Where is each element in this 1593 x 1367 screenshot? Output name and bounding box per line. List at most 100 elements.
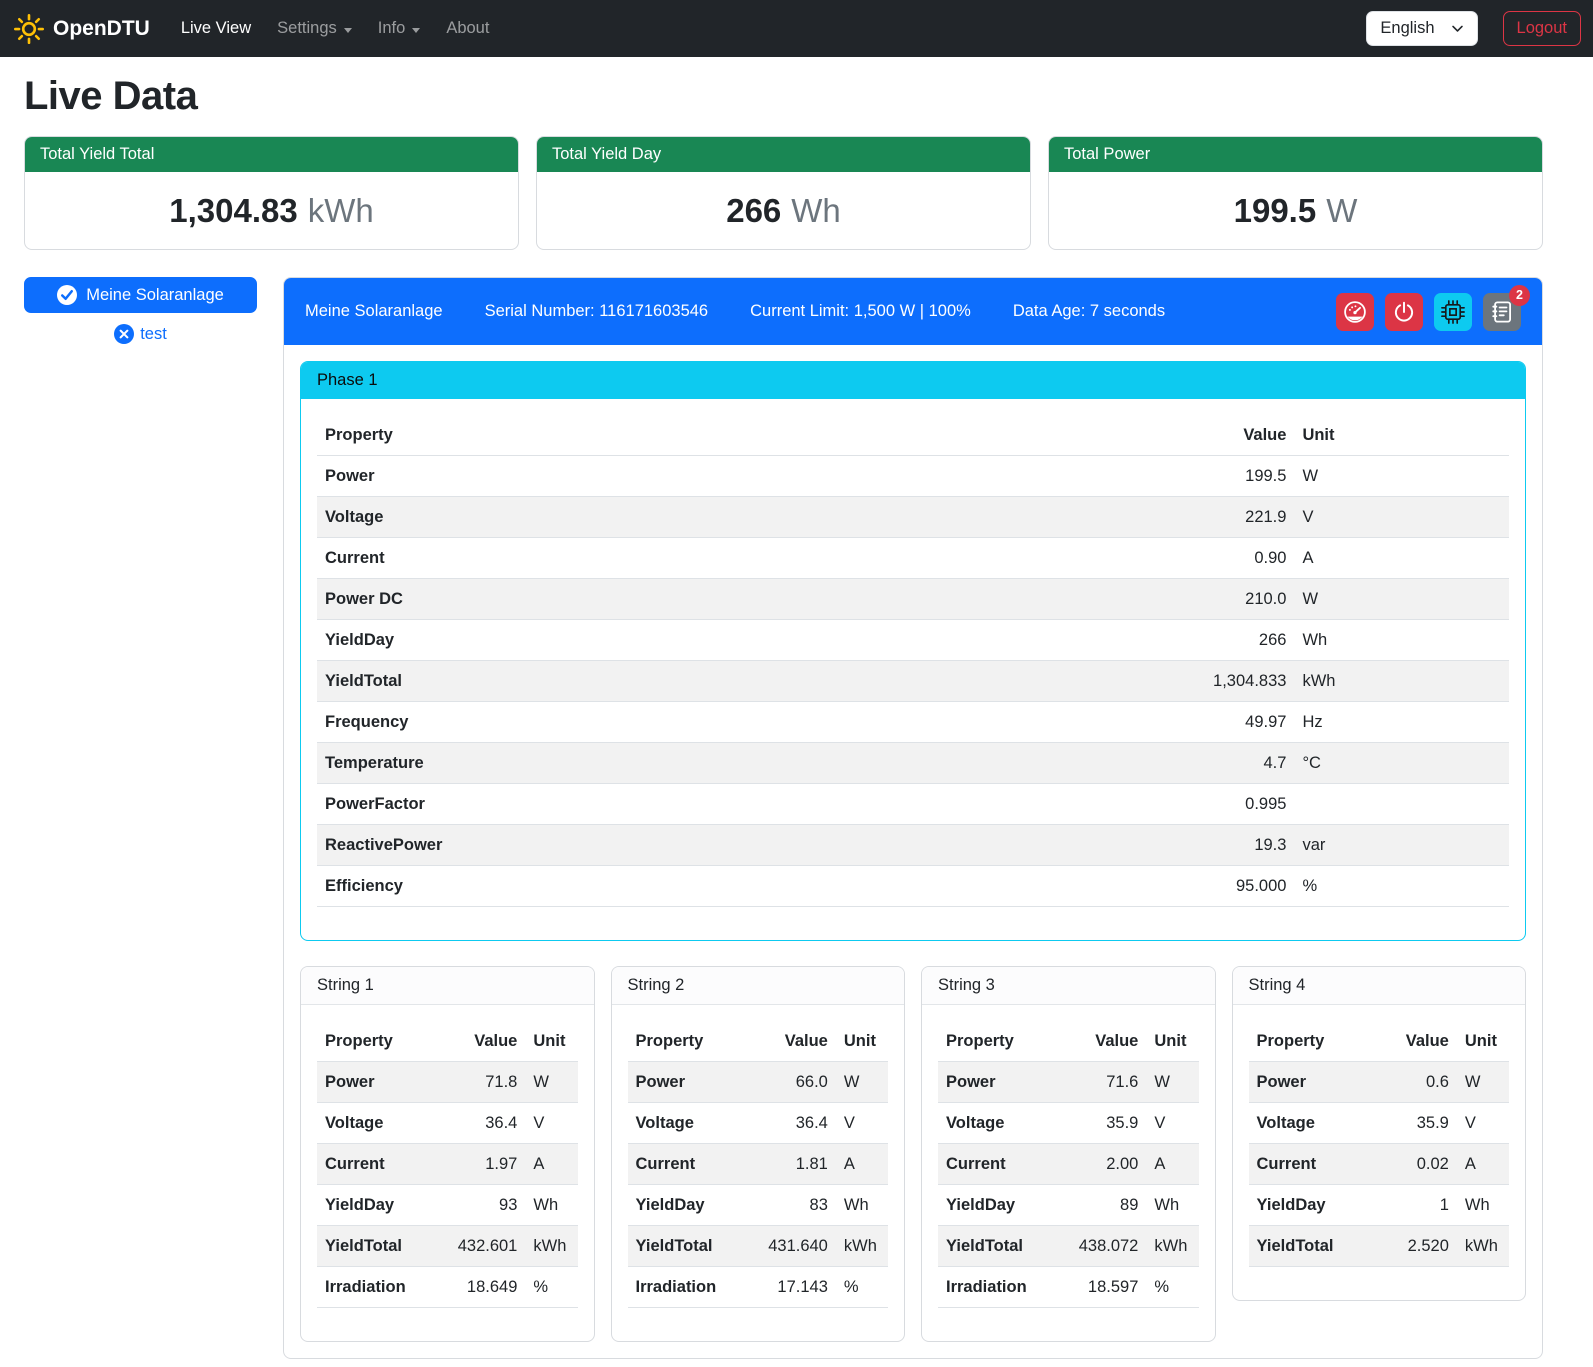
table-row: ReactivePower 19.3 var <box>317 825 1509 866</box>
power-icon <box>1392 300 1416 324</box>
table-row: YieldTotal 1,304.833 kWh <box>317 661 1509 702</box>
sidebar-item-test[interactable]: test <box>114 324 167 344</box>
table-row: Irradiation 18.649 % <box>317 1267 578 1308</box>
inverter-serial: Serial Number: 116171603546 <box>485 302 709 321</box>
string-4-table: Property Value Unit Power <box>1249 1021 1510 1267</box>
table-row: Current 0.90 A <box>317 538 1509 579</box>
total-power-card: Total Power 199.5 W <box>1048 136 1543 250</box>
table-header-row: Property Value Unit <box>938 1021 1199 1062</box>
cpu-icon <box>1441 300 1465 324</box>
caret-down-icon <box>412 28 420 33</box>
nav-item-info[interactable]: Info <box>365 11 434 46</box>
logout-button[interactable]: Logout <box>1503 11 1581 46</box>
table-header-row: Property Value Unit <box>317 415 1509 456</box>
summary-cards-row: Total Yield Total 1,304.83 kWh Total Yie… <box>24 136 1543 250</box>
column-value: Value <box>1151 415 1294 456</box>
phase-card-title: Phase 1 <box>301 362 1525 399</box>
table-row: Power 71.6 W <box>938 1062 1199 1103</box>
table-row: Current 0.02 A <box>1249 1144 1510 1185</box>
journal-text-icon <box>1490 300 1514 324</box>
table-row: Power 199.5 W <box>317 456 1509 497</box>
x-circle-icon <box>114 324 134 344</box>
sun-icon <box>14 14 44 44</box>
chevron-down-icon <box>1451 22 1464 35</box>
table-row: Voltage 35.9 V <box>938 1103 1199 1144</box>
table-row: Current 1.97 A <box>317 1144 578 1185</box>
column-property: Property <box>317 415 1151 456</box>
navbar: OpenDTU Live View Settings Info About En… <box>0 0 1593 57</box>
string-3-card: String 3 Property Value Unit <box>921 966 1216 1342</box>
card-title: Total Yield Day <box>537 137 1030 172</box>
inverter-name: Meine Solaranlage <box>305 302 443 321</box>
table-row: Temperature 4.7 °C <box>317 743 1509 784</box>
card-unit: W <box>1326 192 1357 230</box>
table-row: YieldTotal 431.640 kWh <box>628 1226 889 1267</box>
string-2-table: Property Value Unit Power <box>628 1021 889 1308</box>
table-row: YieldDay 89 Wh <box>938 1185 1199 1226</box>
phase-1-card: Phase 1 Property Value Unit <box>300 361 1526 941</box>
main-container: Live Data Total Yield Total 1,304.83 kWh… <box>0 57 1593 1367</box>
language-value: English <box>1380 19 1434 38</box>
table-row: PowerFactor 0.995 <box>317 784 1509 825</box>
string-card-title: String 1 <box>301 967 594 1005</box>
total-yield-total-card: Total Yield Total 1,304.83 kWh <box>24 136 519 250</box>
inverter-panel-header: Meine Solaranlage Serial Number: 1161716… <box>284 278 1542 345</box>
limit-settings-button[interactable] <box>1336 293 1374 331</box>
event-log-button[interactable]: 2 <box>1483 293 1521 331</box>
string-1-card: String 1 Property Value Unit <box>300 966 595 1342</box>
nav-item-about[interactable]: About <box>433 11 502 46</box>
nav-item-settings[interactable]: Settings <box>264 11 365 46</box>
table-row: YieldDay 83 Wh <box>628 1185 889 1226</box>
table-row: Power 66.0 W <box>628 1062 889 1103</box>
inverter-data-age: Data Age: 7 seconds <box>1013 302 1165 321</box>
column-unit: Unit <box>1294 415 1509 456</box>
table-row: YieldDay 1 Wh <box>1249 1185 1510 1226</box>
language-select[interactable]: English <box>1366 11 1477 46</box>
table-row: Power 71.8 W <box>317 1062 578 1103</box>
card-unit: kWh <box>308 192 374 230</box>
card-unit: Wh <box>791 192 841 230</box>
table-row: Frequency 49.97 Hz <box>317 702 1509 743</box>
table-row: Current 2.00 A <box>938 1144 1199 1185</box>
sidebar-item-meine-solaranlage[interactable]: Meine Solaranlage <box>24 277 257 313</box>
check-circle-icon <box>57 285 77 305</box>
table-row: Voltage 221.9 V <box>317 497 1509 538</box>
inverter-panel-body: Phase 1 Property Value Unit <box>284 345 1542 1358</box>
table-row: Irradiation 17.143 % <box>628 1267 889 1308</box>
string-card-title: String 4 <box>1233 967 1526 1005</box>
string-card-title: String 3 <box>922 967 1215 1005</box>
table-row: Power 0.6 W <box>1249 1062 1510 1103</box>
table-row: Voltage 36.4 V <box>628 1103 889 1144</box>
card-title: Total Yield Total <box>25 137 518 172</box>
power-settings-button[interactable] <box>1385 293 1423 331</box>
table-row: Voltage 36.4 V <box>317 1103 578 1144</box>
table-row: Current 1.81 A <box>628 1144 889 1185</box>
string-4-card: String 4 Property Value Unit <box>1232 966 1527 1301</box>
table-header-row: Property Value Unit <box>317 1021 578 1062</box>
event-count-badge: 2 <box>1509 285 1530 306</box>
table-row: YieldTotal 2.520 kWh <box>1249 1226 1510 1267</box>
caret-down-icon <box>344 28 352 33</box>
string-3-table: Property Value Unit Power <box>938 1021 1199 1308</box>
table-row: Voltage 35.9 V <box>1249 1103 1510 1144</box>
card-value: 1,304.83 <box>169 192 297 230</box>
inverter-panel: Meine Solaranlage Serial Number: 1161716… <box>283 277 1543 1359</box>
table-row: YieldDay 93 Wh <box>317 1185 578 1226</box>
speedometer-icon <box>1343 300 1367 324</box>
nav-links: Live View Settings Info About <box>168 11 503 46</box>
table-row: YieldTotal 438.072 kWh <box>938 1226 1199 1267</box>
sidebar-item-label: Meine Solaranlage <box>86 286 224 305</box>
brand-link[interactable]: OpenDTU <box>14 14 150 44</box>
string-1-table: Property Value Unit Power <box>317 1021 578 1308</box>
nav-item-live-view[interactable]: Live View <box>168 11 264 46</box>
string-card-title: String 2 <box>612 967 905 1005</box>
brand-label: OpenDTU <box>53 17 150 41</box>
string-2-card: String 2 Property Value Unit <box>611 966 906 1342</box>
table-header-row: Property Value Unit <box>1249 1021 1510 1062</box>
radio-stats-button[interactable] <box>1434 293 1472 331</box>
table-row: YieldDay 266 Wh <box>317 620 1509 661</box>
card-title: Total Power <box>1049 137 1542 172</box>
table-row: Irradiation 18.597 % <box>938 1267 1199 1308</box>
page-title: Live Data <box>24 74 1543 119</box>
inverter-sidebar: Meine Solaranlage test <box>24 277 257 344</box>
